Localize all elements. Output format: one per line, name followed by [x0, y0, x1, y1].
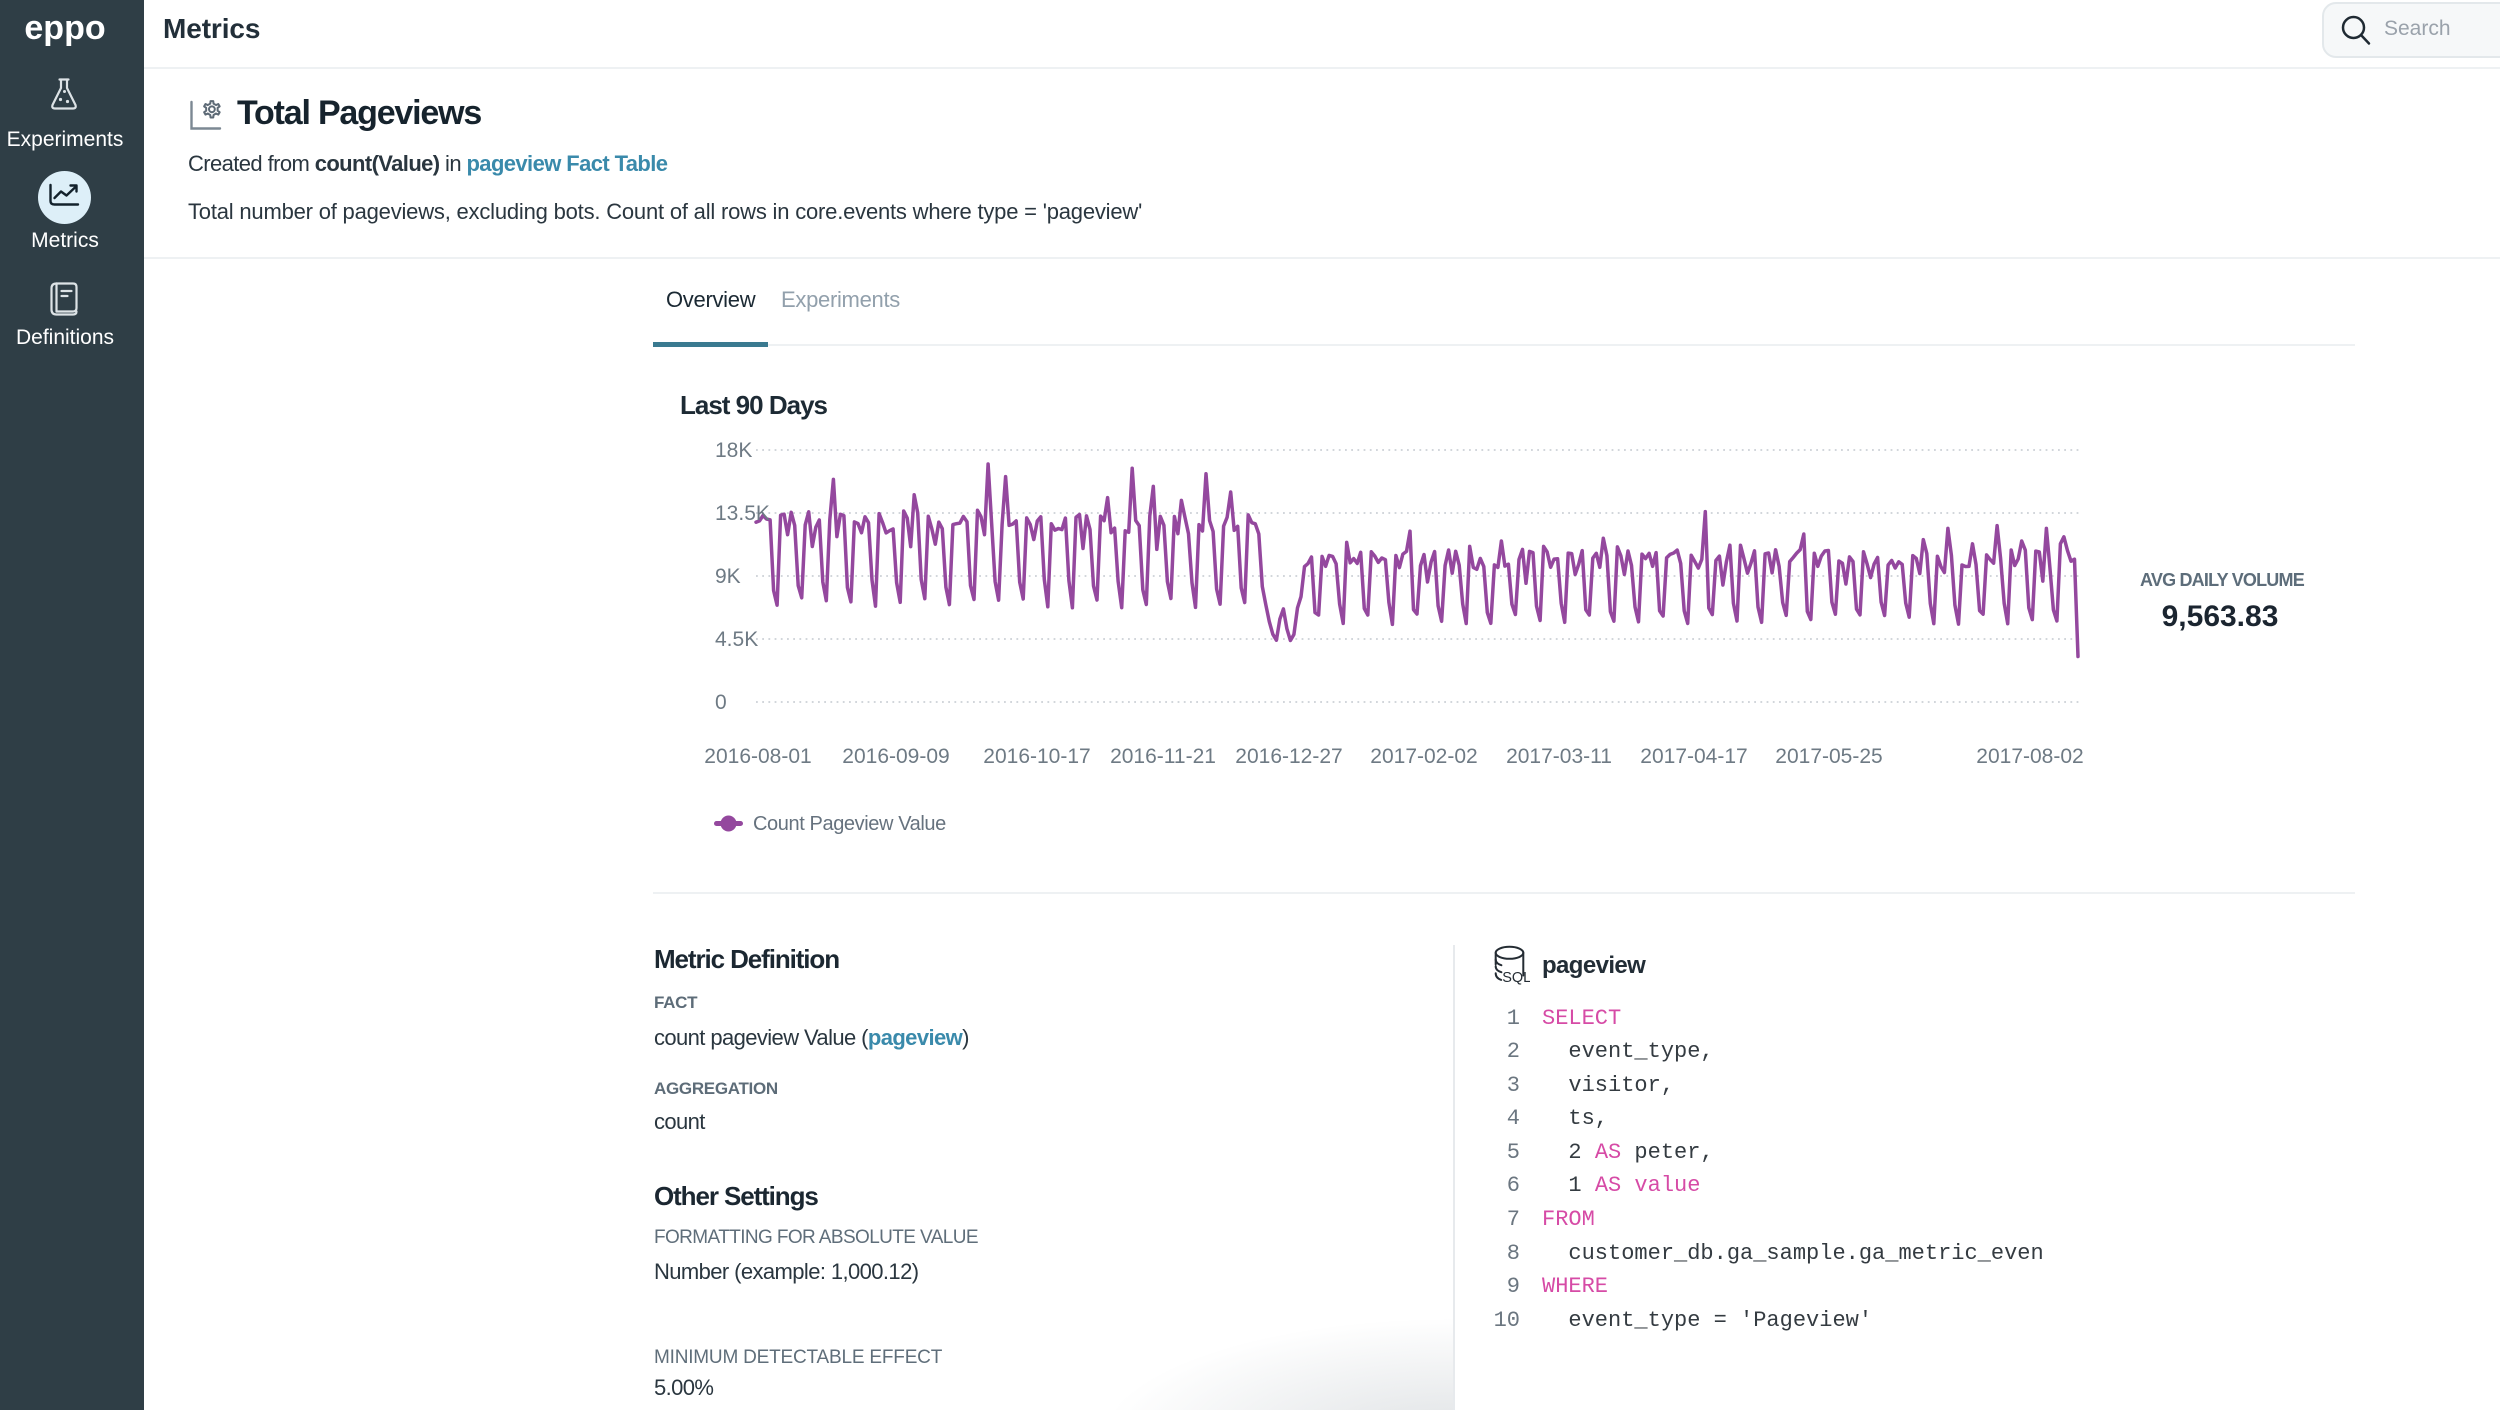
svg-text:SQL: SQL — [1502, 970, 1530, 986]
